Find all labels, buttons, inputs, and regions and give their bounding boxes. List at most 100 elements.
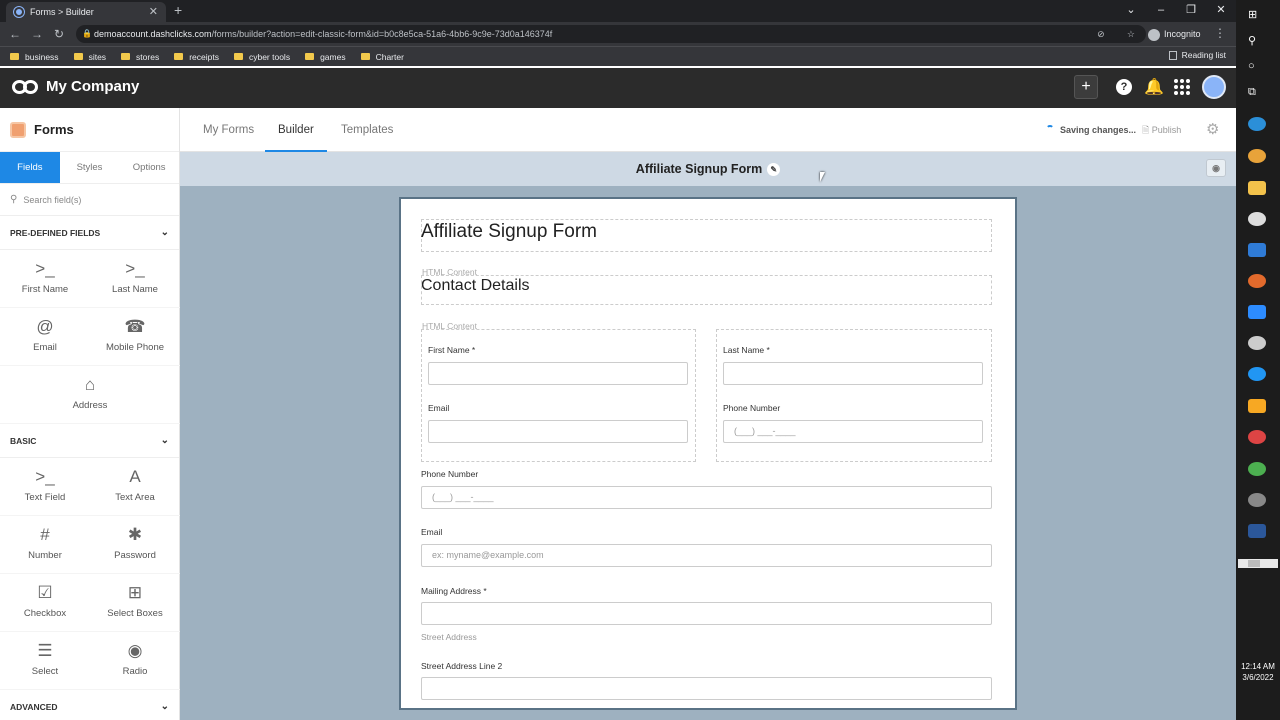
field-select[interactable]: ☰ Select <box>0 632 90 690</box>
bookmark-charter[interactable]: Charter <box>360 52 404 62</box>
section-predefined[interactable]: PRE-DEFINED FIELDS ⌄ <box>0 216 179 250</box>
menu-kebab-icon[interactable]: ⋮ <box>1214 26 1226 40</box>
first-name-input[interactable] <box>428 362 688 385</box>
star-icon[interactable]: ☆ <box>1127 25 1135 43</box>
task-view-icon[interactable]: ⧉ <box>1248 86 1266 100</box>
field-search[interactable]: ⚲ Search field(s) <box>0 184 179 216</box>
bell-icon[interactable]: 🔔 <box>1144 77 1164 97</box>
windows-start-icon[interactable]: ⊞ <box>1248 8 1266 22</box>
field-email[interactable]: @ Email <box>0 308 90 366</box>
field-address[interactable]: ⌂ Address <box>0 366 180 424</box>
firefox-icon[interactable] <box>1248 274 1266 288</box>
chevron-down-icon: ⌄ <box>160 435 169 446</box>
speedometer-icon[interactable] <box>1248 336 1266 350</box>
store-icon[interactable] <box>1248 399 1266 413</box>
close-tab-icon[interactable]: ✕ <box>149 5 158 18</box>
system-clock[interactable]: 12:14 AM 3/6/2022 <box>1238 661 1278 683</box>
publish-button[interactable]: 🗎 Publish <box>1142 123 1181 139</box>
mouse-cursor-icon <box>820 172 825 182</box>
phone-number-input[interactable]: (___) ___-____ <box>421 486 992 509</box>
address-bar[interactable]: 🔒 demoaccount.dashclicks.com/forms/build… <box>76 25 1146 43</box>
predefined-fields: >_ First Name >_ Last Name @ Email ☎ Mobile … <box>0 250 180 424</box>
file-explorer-icon[interactable] <box>1248 181 1266 195</box>
tab-styles[interactable]: Styles <box>60 152 120 183</box>
folder-icon <box>305 53 315 60</box>
minimize-icon[interactable]: – <box>1146 0 1176 22</box>
restore-icon[interactable]: ❐ <box>1176 0 1206 22</box>
checkbox-icon: ☑ <box>37 583 53 602</box>
field-text-field[interactable]: >_ Text Field <box>0 458 90 516</box>
folder-icon <box>360 53 370 60</box>
field-checkbox[interactable]: ☑ Checkbox <box>0 574 90 632</box>
preview-eye-icon[interactable]: ◉ <box>1206 159 1226 177</box>
app-gray-icon[interactable] <box>1248 493 1266 507</box>
home-icon: ⌂ <box>84 375 96 394</box>
zoom-icon[interactable] <box>1248 305 1266 319</box>
email-input[interactable] <box>428 420 688 443</box>
tracking-off-icon[interactable]: ⊘ <box>1097 25 1105 43</box>
field-password[interactable]: ✱ Password <box>90 516 180 574</box>
bookmark-receipts[interactable]: receipts <box>174 52 219 62</box>
new-tab-icon[interactable]: + <box>174 2 182 18</box>
field-number[interactable]: # Number <box>0 516 90 574</box>
app-red-icon[interactable] <box>1248 430 1266 444</box>
bookmark-games[interactable]: games <box>305 52 346 62</box>
tab-templates[interactable]: Templates <box>341 108 393 152</box>
cortana-icon[interactable]: ○ <box>1248 60 1266 74</box>
field-first-name[interactable]: >_ First Name <box>0 250 90 308</box>
section-basic[interactable]: BASIC ⌄ <box>0 424 179 458</box>
scroll-thumb[interactable] <box>1248 560 1260 567</box>
bookmark-stores[interactable]: stores <box>121 52 159 62</box>
tab-options[interactable]: Options <box>119 152 179 183</box>
field-select-boxes[interactable]: ⊞ Select Boxes <box>90 574 180 632</box>
chrome-icon[interactable] <box>1248 149 1266 163</box>
back-icon[interactable]: ← <box>4 27 26 41</box>
font-icon: A <box>129 467 141 486</box>
tab-strip: Forms > Builder ✕ + ⌄ – ❐ ✕ <box>0 0 1236 22</box>
mail-icon[interactable] <box>1248 243 1266 257</box>
field-mobile-phone[interactable]: ☎ Mobile Phone <box>90 308 180 366</box>
mailing-address-input[interactable] <box>421 602 992 625</box>
last-name-input[interactable] <box>723 362 983 385</box>
company-logo[interactable]: My Company <box>12 78 139 95</box>
tab-my-forms[interactable]: My Forms <box>203 108 254 152</box>
apps-grid-icon[interactable] <box>1174 79 1190 95</box>
user-avatar[interactable] <box>1202 75 1226 99</box>
edge-icon[interactable] <box>1248 117 1266 131</box>
edit-pencil-icon[interactable]: ✎ <box>767 163 781 177</box>
reload-icon[interactable]: ↻ <box>48 27 70 41</box>
street-line2-label: Street Address Line 2 <box>421 661 503 671</box>
phone-input[interactable]: (___) ___-____ <box>723 420 983 443</box>
search-icon[interactable]: ⚲ <box>1248 34 1266 48</box>
skype-icon[interactable] <box>1248 367 1266 381</box>
plus-square-icon: ⊞ <box>127 583 143 602</box>
gear-icon[interactable]: ⚙ <box>1206 120 1219 138</box>
forward-icon[interactable]: → <box>26 27 48 41</box>
bookmark-business[interactable]: business <box>10 52 59 62</box>
app-header: My Company + ? 🔔 <box>0 68 1236 108</box>
field-text-area[interactable]: A Text Area <box>90 458 180 516</box>
phone-label: Phone Number <box>723 403 781 413</box>
bookmark-cyber-tools[interactable]: cyber tools <box>233 52 290 62</box>
close-window-icon[interactable]: ✕ <box>1206 0 1236 22</box>
field-radio[interactable]: ◉ Radio <box>90 632 180 690</box>
browser-tab[interactable]: Forms > Builder ✕ <box>6 2 166 22</box>
street-line2-input[interactable] <box>421 677 992 700</box>
field-last-name[interactable]: >_ Last Name <box>90 250 180 308</box>
reading-list-button[interactable]: Reading list <box>1168 50 1226 61</box>
builder-nav: My Forms Builder Templates Saving change… <box>180 108 1236 152</box>
word-icon[interactable] <box>1248 524 1266 538</box>
section-advanced[interactable]: ADVANCED ⌄ <box>0 690 179 720</box>
add-button[interactable]: + <box>1074 75 1098 99</box>
tab-search-icon[interactable]: ⌄ <box>1116 0 1146 22</box>
taskbar-scrollbar[interactable] <box>1238 559 1278 568</box>
tab-builder[interactable]: Builder <box>265 108 327 152</box>
street-address-hint: Street Address <box>421 632 477 642</box>
bookmark-sites[interactable]: sites <box>73 52 106 62</box>
help-icon[interactable]: ? <box>1116 79 1132 95</box>
app-icon[interactable] <box>1248 212 1266 226</box>
search-input[interactable]: Search field(s) <box>23 195 81 205</box>
email-input-2[interactable]: ex: myname@example.com <box>421 544 992 567</box>
tab-fields[interactable]: Fields <box>0 152 60 183</box>
chrome-alt-icon[interactable] <box>1248 462 1266 476</box>
